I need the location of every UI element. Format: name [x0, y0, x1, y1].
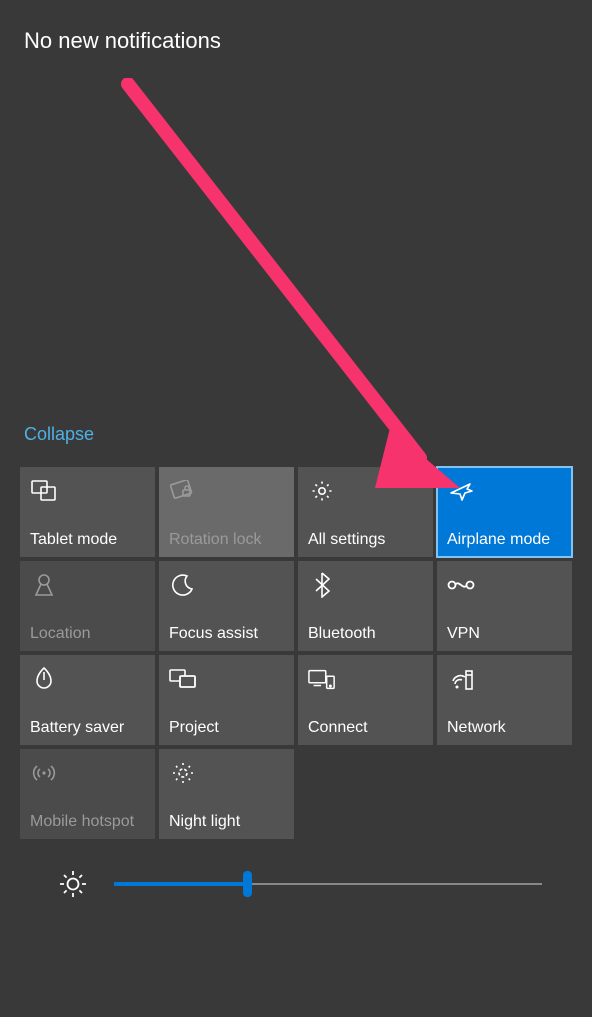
connect-icon	[308, 665, 336, 693]
focus-assist-tile[interactable]: Focus assist	[159, 561, 294, 651]
brightness-slider[interactable]	[114, 874, 542, 894]
tile-label: Battery saver	[30, 719, 145, 737]
network-icon	[447, 665, 475, 693]
night-light-icon	[169, 759, 197, 787]
hotspot-icon	[30, 759, 58, 787]
tile-label: Rotation lock	[169, 531, 284, 549]
moon-icon	[169, 571, 197, 599]
tile-label: Location	[30, 625, 145, 643]
settings-gear-icon	[308, 477, 336, 505]
tile-label: All settings	[308, 531, 423, 549]
rotation-lock-tile[interactable]: Rotation lock	[159, 467, 294, 557]
battery-saver-icon	[30, 665, 58, 693]
notifications-header: No new notifications	[0, 0, 592, 54]
network-tile[interactable]: Network	[437, 655, 572, 745]
bluetooth-tile[interactable]: Bluetooth	[298, 561, 433, 651]
tile-label: Network	[447, 719, 562, 737]
connect-tile[interactable]: Connect	[298, 655, 433, 745]
tablet-mode-tile[interactable]: Tablet mode	[20, 467, 155, 557]
all-settings-tile[interactable]: All settings	[298, 467, 433, 557]
tile-label: Airplane mode	[447, 531, 562, 549]
empty-space	[0, 54, 592, 424]
slider-fill	[114, 882, 247, 886]
slider-thumb[interactable]	[243, 871, 252, 897]
tile-label: Focus assist	[169, 625, 284, 643]
location-tile[interactable]: Location	[20, 561, 155, 651]
tile-label: VPN	[447, 625, 562, 643]
tile-label: Bluetooth	[308, 625, 423, 643]
mobile-hotspot-tile[interactable]: Mobile hotspot	[20, 749, 155, 839]
airplane-icon	[447, 477, 475, 505]
brightness-sun-icon	[58, 869, 88, 899]
night-light-tile[interactable]: Night light	[159, 749, 294, 839]
quick-action-tiles: Tablet mode Rotation lock All settings	[0, 467, 592, 839]
brightness-row	[0, 839, 592, 899]
no-notifications-text: No new notifications	[24, 28, 568, 54]
tile-label: Night light	[169, 813, 284, 831]
action-center-panel: No new notifications Collapse Tablet mod…	[0, 0, 592, 1017]
tile-label: Mobile hotspot	[30, 813, 145, 831]
location-icon	[30, 571, 58, 599]
tile-label: Project	[169, 719, 284, 737]
vpn-tile[interactable]: VPN	[437, 561, 572, 651]
tile-label: Tablet mode	[30, 531, 145, 549]
vpn-icon	[447, 571, 475, 599]
airplane-mode-tile[interactable]: Airplane mode	[437, 467, 572, 557]
project-tile[interactable]: Project	[159, 655, 294, 745]
tablet-mode-icon	[30, 477, 58, 505]
project-icon	[169, 665, 197, 693]
collapse-link[interactable]: Collapse	[0, 424, 592, 445]
rotation-lock-icon	[169, 477, 197, 505]
tile-label: Connect	[308, 719, 423, 737]
bluetooth-icon	[308, 571, 336, 599]
battery-saver-tile[interactable]: Battery saver	[20, 655, 155, 745]
